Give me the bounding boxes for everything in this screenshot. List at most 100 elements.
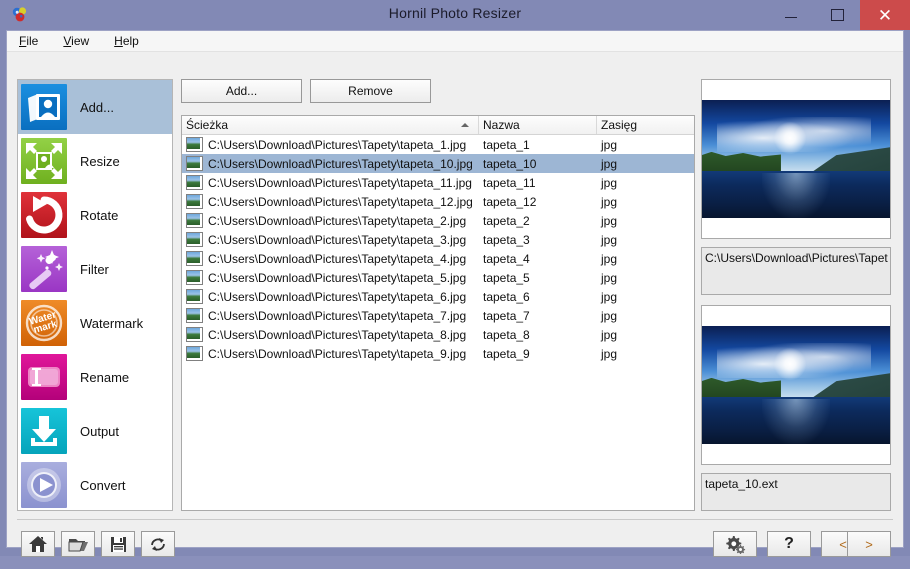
- close-button[interactable]: ✕: [860, 0, 910, 30]
- settings-button[interactable]: [713, 531, 757, 557]
- menu-item-view[interactable]: View: [61, 33, 100, 49]
- menu-bar: File View Help: [7, 31, 903, 52]
- help-button[interactable]: ?: [767, 531, 811, 557]
- target-preview-image: [701, 305, 891, 465]
- image-file-icon: [186, 232, 203, 247]
- minimize-button[interactable]: [768, 0, 814, 30]
- source-preview-caption: C:\Users\Download\Pictures\Tapet: [701, 247, 891, 295]
- cell-name: tapeta_8: [483, 327, 530, 342]
- sidebar-item-add[interactable]: Add...: [18, 80, 172, 134]
- refresh-icon: [149, 536, 167, 553]
- image-file-icon: [186, 327, 203, 342]
- sort-ascending-icon: [461, 123, 469, 127]
- file-list-header: Ścieżka Nazwa Zasięg: [182, 116, 694, 135]
- cell-path: C:\Users\Download\Pictures\Tapety\tapeta…: [182, 346, 479, 361]
- cell-path: C:\Users\Download\Pictures\Tapety\tapeta…: [182, 270, 479, 285]
- table-row[interactable]: C:\Users\Download\Pictures\Tapety\tapeta…: [182, 211, 694, 230]
- open-folder-button[interactable]: [61, 531, 95, 557]
- refresh-button[interactable]: [141, 531, 175, 557]
- cell-path-label: C:\Users\Download\Pictures\Tapety\tapeta…: [208, 194, 473, 209]
- sidebar-item-label: Watermark: [80, 315, 144, 331]
- cell-name: tapeta_7: [483, 308, 530, 323]
- home-button[interactable]: [21, 531, 55, 557]
- gears-icon: [725, 535, 746, 554]
- sidebar-item-output[interactable]: Output: [18, 404, 172, 458]
- home-icon: [28, 535, 48, 553]
- cell-path-label: C:\Users\Download\Pictures\Tapety\tapeta…: [208, 327, 467, 342]
- cell-path-label: C:\Users\Download\Pictures\Tapety\tapeta…: [208, 270, 467, 285]
- save-button[interactable]: [101, 531, 135, 557]
- image-file-icon: [186, 251, 203, 266]
- sidebar-item-rotate[interactable]: Rotate: [18, 188, 172, 242]
- sidebar-item-watermark[interactable]: Water mark Watermark: [18, 296, 172, 350]
- remove-button[interactable]: Remove: [310, 79, 431, 103]
- table-row[interactable]: C:\Users\Download\Pictures\Tapety\tapeta…: [182, 325, 694, 344]
- maximize-icon: [830, 9, 844, 21]
- column-header-ext[interactable]: Zasięg: [597, 116, 694, 134]
- add-photo-icon: [21, 84, 67, 130]
- cell-path: C:\Users\Download\Pictures\Tapety\tapeta…: [182, 194, 479, 209]
- image-file-icon: [186, 137, 203, 152]
- cell-path-label: C:\Users\Download\Pictures\Tapety\tapeta…: [208, 251, 467, 266]
- window-controls: ✕: [768, 0, 910, 30]
- cell-ext: jpg: [601, 346, 618, 361]
- column-header-path-label: Ścieżka: [186, 118, 229, 132]
- table-row[interactable]: C:\Users\Download\Pictures\Tapety\tapeta…: [182, 344, 694, 363]
- download-icon: [21, 408, 67, 454]
- cell-path-label: C:\Users\Download\Pictures\Tapety\tapeta…: [208, 156, 473, 171]
- column-header-path[interactable]: Ścieżka: [182, 116, 479, 134]
- add-button[interactable]: Add...: [181, 79, 302, 103]
- title-bar: Hornil Photo Resizer ✕: [0, 0, 910, 30]
- column-header-name[interactable]: Nazwa: [479, 116, 597, 134]
- file-list-body: C:\Users\Download\Pictures\Tapety\tapeta…: [182, 135, 694, 363]
- cell-path: C:\Users\Download\Pictures\Tapety\tapeta…: [182, 232, 479, 247]
- cell-ext: jpg: [601, 194, 618, 209]
- next-button[interactable]: >: [847, 531, 891, 557]
- body-area: Add... Resize Rotate Filter Water mark W…: [7, 53, 903, 557]
- sidebar-item-label: Output: [80, 423, 120, 439]
- table-row[interactable]: C:\Users\Download\Pictures\Tapety\tapeta…: [182, 287, 694, 306]
- save-icon: [110, 536, 127, 553]
- cell-name: tapeta_1: [483, 137, 530, 152]
- cell-path-label: C:\Users\Download\Pictures\Tapety\tapeta…: [208, 213, 467, 228]
- toolbar-separator: [17, 519, 893, 520]
- cell-name: tapeta_10: [483, 156, 537, 171]
- table-row[interactable]: C:\Users\Download\Pictures\Tapety\tapeta…: [182, 192, 694, 211]
- sidebar-item-convert[interactable]: Convert: [18, 458, 172, 512]
- table-row[interactable]: C:\Users\Download\Pictures\Tapety\tapeta…: [182, 135, 694, 154]
- file-list[interactable]: Ścieżka Nazwa Zasięg C:\Users\Download\P…: [181, 115, 695, 511]
- sidebar-item-filter[interactable]: Filter: [18, 242, 172, 296]
- table-row[interactable]: C:\Users\Download\Pictures\Tapety\tapeta…: [182, 306, 694, 325]
- table-row[interactable]: C:\Users\Download\Pictures\Tapety\tapeta…: [182, 230, 694, 249]
- rotate-icon: [21, 192, 67, 238]
- table-row[interactable]: C:\Users\Download\Pictures\Tapety\tapeta…: [182, 268, 694, 287]
- application-window: Hornil Photo Resizer ✕ File View Help Ad…: [0, 0, 910, 557]
- file-list-panel: Add... Remove Ścieżka Nazwa Zasięg C:\Us…: [179, 79, 695, 511]
- source-preview-image: [701, 79, 891, 239]
- image-file-icon: [186, 346, 203, 361]
- folder-icon: [68, 536, 89, 553]
- cell-name: tapeta_3: [483, 232, 530, 247]
- menu-item-file[interactable]: File: [17, 33, 49, 49]
- sidebar-item-label: Rename: [80, 369, 130, 385]
- cell-path-label: C:\Users\Download\Pictures\Tapety\tapeta…: [208, 137, 467, 152]
- sidebar-item-rename[interactable]: Rename: [18, 350, 172, 404]
- magic-wand-icon: [21, 246, 67, 292]
- cell-ext: jpg: [601, 175, 618, 190]
- maximize-button[interactable]: [814, 0, 860, 30]
- preview-panel: C:\Users\Download\Pictures\Tapet tapeta_…: [701, 79, 893, 511]
- sidebar-item-resize[interactable]: Resize: [18, 134, 172, 188]
- table-row[interactable]: C:\Users\Download\Pictures\Tapety\tapeta…: [182, 249, 694, 268]
- play-icon: [21, 462, 67, 508]
- image-file-icon: [186, 213, 203, 228]
- resize-icon: [21, 138, 67, 184]
- cell-name: tapeta_12: [483, 194, 537, 209]
- sidebar-item-label: Convert: [80, 477, 126, 493]
- table-row[interactable]: C:\Users\Download\Pictures\Tapety\tapeta…: [182, 154, 694, 173]
- cell-path-label: C:\Users\Download\Pictures\Tapety\tapeta…: [208, 289, 467, 304]
- menu-item-help[interactable]: Help: [112, 33, 150, 49]
- lake-landscape-preview: [702, 100, 890, 218]
- cell-name: tapeta_5: [483, 270, 530, 285]
- cell-ext: jpg: [601, 232, 618, 247]
- table-row[interactable]: C:\Users\Download\Pictures\Tapety\tapeta…: [182, 173, 694, 192]
